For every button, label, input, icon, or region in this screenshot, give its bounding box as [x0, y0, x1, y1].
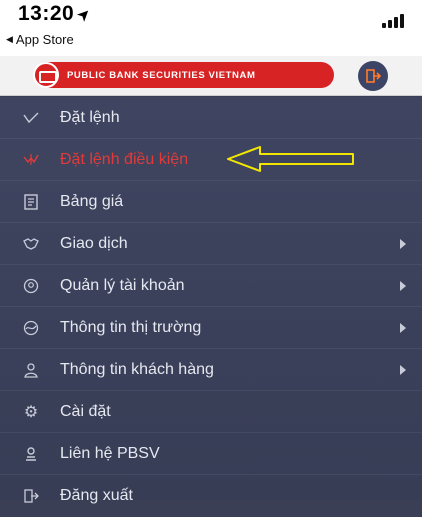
- menu-item-label: Thông tin khách hàng: [60, 360, 214, 378]
- menu-item-label: Giao dịch: [60, 234, 128, 252]
- gear-icon: ⚙: [23, 403, 39, 421]
- menu-item-transactions[interactable]: Giao dịch: [0, 223, 422, 265]
- menu-item-label: Liên hệ PBSV: [60, 444, 160, 462]
- menu-item-label: Bảng giá: [60, 192, 124, 210]
- menu-item-price-board[interactable]: Bảng giá: [0, 181, 422, 223]
- logout-icon: [366, 69, 381, 83]
- logout-icon: [22, 487, 40, 505]
- menu-item-label: Thông tin thị trường: [60, 318, 202, 336]
- menu-item-contact[interactable]: Liên hệ PBSV: [0, 433, 422, 475]
- menu-item-label: Quản lý tài khoản: [60, 276, 185, 294]
- conditional-order-icon: [22, 151, 40, 169]
- back-label: App Store: [15, 32, 74, 47]
- brand-name: PUBLIC BANK SECURITIES VIETNAM: [67, 69, 256, 81]
- chevron-right-icon: [400, 238, 406, 249]
- menu-item-settings[interactable]: ⚙ Cài đặt: [0, 391, 422, 433]
- menu-item-label: Đặt lệnh: [60, 108, 120, 126]
- order-icon: [22, 109, 40, 127]
- chevron-right-icon: [400, 364, 406, 375]
- brand-logo: PUBLIC BANK SECURITIES VIETNAM: [33, 62, 334, 88]
- menu-item-order[interactable]: Đặt lệnh: [0, 97, 422, 139]
- location-arrow-icon: ➤: [74, 3, 94, 24]
- market-icon: [22, 319, 40, 337]
- handshake-icon: [22, 235, 40, 253]
- status-bar: 13:20 ➤ ◀ App Store: [0, 0, 422, 56]
- back-triangle-icon: ◀: [6, 34, 13, 44]
- chevron-right-icon: [400, 322, 406, 333]
- back-to-app-store[interactable]: ◀ App Store: [6, 32, 74, 47]
- menu-item-account-management[interactable]: Quản lý tài khoản: [0, 265, 422, 307]
- menu-item-customer-info[interactable]: Thông tin khách hàng: [0, 349, 422, 391]
- app-header: PUBLIC BANK SECURITIES VIETNAM: [0, 56, 422, 96]
- contact-icon: [22, 445, 40, 463]
- account-icon: [22, 277, 40, 295]
- menu-item-conditional-order[interactable]: Đặt lệnh điều kiện: [0, 139, 422, 181]
- menu-item-label: Đặt lệnh điều kiện: [60, 150, 189, 168]
- customer-icon: [22, 361, 40, 379]
- header-logout-button[interactable]: [358, 61, 388, 91]
- menu-item-market-info[interactable]: Thông tin thị trường: [0, 307, 422, 349]
- brand-mark-icon: [33, 62, 59, 88]
- menu-item-label: Đăng xuất: [60, 487, 133, 504]
- menu-item-logout[interactable]: Đăng xuất: [0, 475, 422, 517]
- chevron-right-icon: [400, 280, 406, 291]
- annotation-arrow: [227, 146, 354, 172]
- side-menu: Đặt lệnh Đặt lệnh điều kiện Bảng giá Gia…: [0, 97, 422, 504]
- menu-item-label: Cài đặt: [60, 402, 111, 420]
- status-time-text: 13:20: [18, 2, 75, 25]
- status-time: 13:20 ➤: [18, 2, 94, 26]
- price-board-icon: [22, 193, 40, 211]
- signal-icon: [382, 14, 404, 28]
